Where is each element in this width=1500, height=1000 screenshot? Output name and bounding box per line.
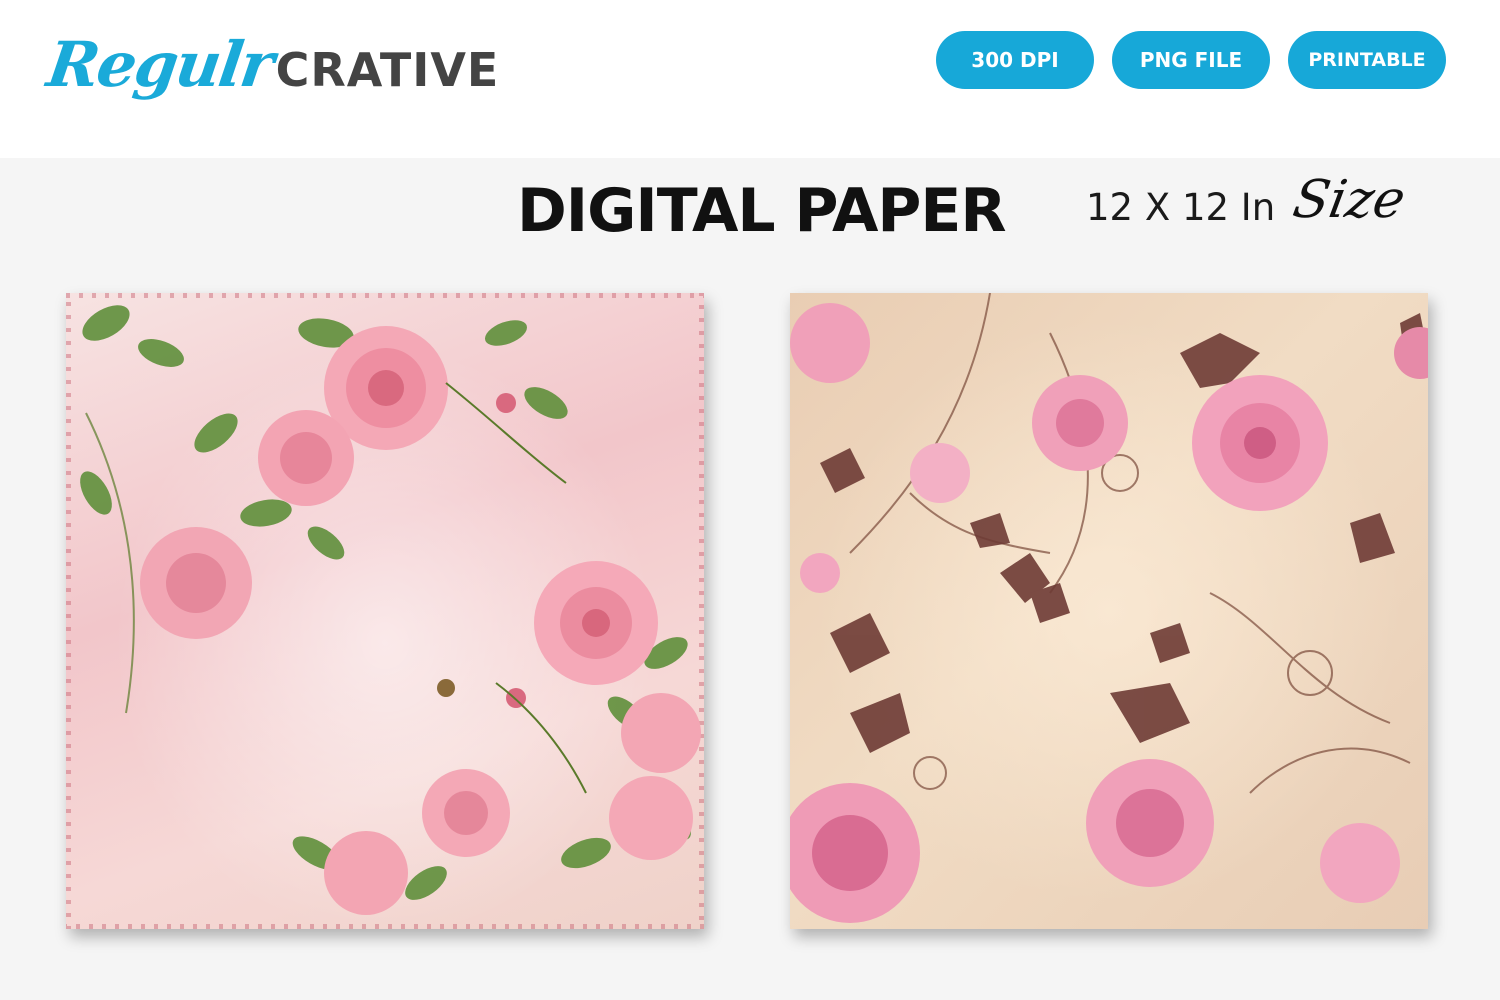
headline-title: DIGITAL PAPER bbox=[517, 176, 1007, 246]
size-dimensions: 12 X 12 In bbox=[1086, 186, 1276, 229]
digital-paper-preview-roses bbox=[66, 293, 704, 929]
size-script-word: Size bbox=[1288, 170, 1410, 230]
badge-png-file: PNG FILE bbox=[1112, 31, 1270, 89]
header-bar: Regulr CRATIVE 300 DPI PNG FILE PRINTABL… bbox=[0, 0, 1500, 158]
brand-logo[interactable]: Regulr CRATIVE bbox=[43, 28, 500, 118]
roses-pattern-illustration bbox=[66, 293, 704, 929]
peonies-pattern-illustration bbox=[790, 293, 1428, 923]
logo-bold-text: CRATIVE bbox=[275, 43, 500, 97]
badge-300-dpi: 300 DPI bbox=[936, 31, 1094, 89]
digital-paper-preview-peonies bbox=[790, 293, 1428, 929]
feature-badges: 300 DPI PNG FILE PRINTABLE bbox=[936, 31, 1446, 89]
logo-script-text: Regulr bbox=[42, 28, 277, 101]
badge-printable: PRINTABLE bbox=[1288, 31, 1446, 89]
